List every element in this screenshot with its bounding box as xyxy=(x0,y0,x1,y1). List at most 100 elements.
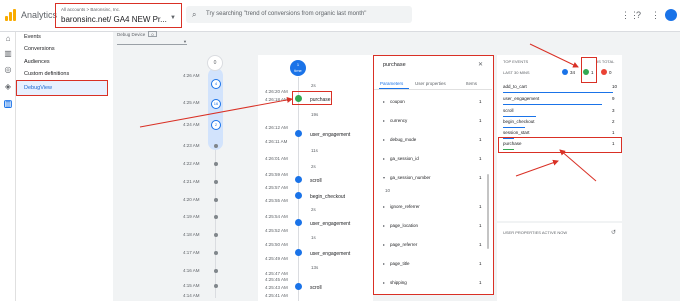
minute-dot[interactable] xyxy=(214,269,218,273)
minute-dot[interactable] xyxy=(214,233,218,237)
expand-icon[interactable]: ▸ xyxy=(383,261,385,266)
reports-icon[interactable]: ▥ xyxy=(4,50,12,58)
second-time: 4:25:49 AM xyxy=(265,256,288,261)
nav-item-conversions[interactable]: Conversions xyxy=(24,46,55,52)
conversion-event-icon[interactable] xyxy=(295,95,302,102)
minute-time: 4:14 AM xyxy=(183,293,200,298)
event-icon[interactable] xyxy=(295,130,302,137)
param-row[interactable]: page_referrer xyxy=(390,242,417,247)
param-count: 1 xyxy=(479,156,482,161)
expand-icon[interactable]: ▸ xyxy=(383,156,385,161)
expand-icon[interactable]: ▸ xyxy=(383,204,385,209)
top-event-count: 1 xyxy=(612,130,615,135)
expand-icon[interactable]: ▸ xyxy=(383,242,385,247)
collapse-icon[interactable]: ▾ xyxy=(383,175,385,180)
expand-icon[interactable]: ▸ xyxy=(383,223,385,228)
top-event-name[interactable]: session_start xyxy=(503,130,530,135)
event-user-engagement[interactable]: user_engagement xyxy=(310,221,350,227)
minute-time: 4:17 AM xyxy=(183,250,200,255)
expand-icon[interactable]: ▸ xyxy=(383,280,385,285)
scrollbar[interactable] xyxy=(487,174,489,249)
param-count: 1 xyxy=(479,280,482,285)
configure-nav: Events Conversions Audiences Custom defi… xyxy=(16,32,113,301)
event-icon[interactable] xyxy=(295,249,302,256)
home-icon[interactable]: ⌂ xyxy=(4,35,12,43)
event-icon[interactable] xyxy=(295,283,302,290)
expand-icon[interactable]: ▸ xyxy=(383,118,385,123)
tab-items[interactable]: Items xyxy=(466,81,477,86)
tab-parameters[interactable]: Parameters xyxy=(380,81,403,86)
nav-item-debugview[interactable]: DebugView xyxy=(16,80,108,96)
account-selector[interactable]: All accounts > Baronsinc, Inc. baronsinc… xyxy=(55,3,182,28)
event-user-engagement[interactable]: user_engagement xyxy=(310,251,350,257)
nav-item-audiences[interactable]: Audiences xyxy=(24,59,50,65)
more-vert-icon[interactable]: ⋮ xyxy=(651,10,660,21)
second-time: 4:25:57 AM xyxy=(265,185,288,190)
minute-dot[interactable] xyxy=(214,198,218,202)
param-row[interactable]: ga_session_id xyxy=(390,156,419,161)
tab-divider xyxy=(374,89,492,90)
help-icon[interactable]: ? xyxy=(636,10,641,20)
param-row[interactable]: page_location xyxy=(390,223,418,228)
minute-count[interactable]: 2 xyxy=(211,120,221,130)
minute-dot[interactable] xyxy=(214,180,218,184)
param-row[interactable]: page_title xyxy=(390,261,410,266)
minute-dot[interactable] xyxy=(214,251,218,255)
expand-icon[interactable]: ▸ xyxy=(383,99,385,104)
second-time: 4:26:01 AM xyxy=(265,156,288,161)
caret-down-icon[interactable]: ▼ xyxy=(183,39,187,44)
param-row-expanded[interactable]: ga_session_number xyxy=(390,175,431,180)
event-scroll[interactable]: scroll xyxy=(310,285,322,291)
minute-time: 4:23 AM xyxy=(183,143,200,148)
minute-time: 4:19 AM xyxy=(183,214,200,219)
param-count: 1 xyxy=(479,118,482,123)
minute-dot[interactable] xyxy=(214,215,218,219)
param-row[interactable]: currency xyxy=(390,118,407,123)
param-row[interactable]: ignore_referrer xyxy=(390,204,420,209)
minute-time: 4:22 AM xyxy=(183,161,200,166)
top-event-name[interactable]: purchase xyxy=(503,141,522,146)
nav-item-custom-definitions[interactable]: Custom definitions xyxy=(24,71,69,77)
event-icon[interactable] xyxy=(295,192,302,199)
top-event-name[interactable]: user_engagement xyxy=(503,96,539,101)
search-icon: ⌕ xyxy=(192,10,197,19)
param-row[interactable]: debug_mode xyxy=(390,137,416,142)
configure-icon[interactable]: ▤ xyxy=(4,100,12,108)
minute-count[interactable]: 16 xyxy=(211,99,221,109)
expand-icon[interactable]: ▸ xyxy=(383,137,385,142)
tab-user-properties[interactable]: User properties xyxy=(415,81,446,86)
top-event-name[interactable]: scroll xyxy=(503,108,514,113)
event-icon[interactable] xyxy=(295,219,302,226)
event-begin-checkout[interactable]: begin_checkout xyxy=(310,194,345,200)
minutes-top-count[interactable]: 0 xyxy=(207,55,223,71)
nav-item-events[interactable]: Events xyxy=(24,34,41,40)
explore-icon[interactable]: ◎ xyxy=(4,66,12,74)
analytics-logo[interactable] xyxy=(5,9,17,21)
search-bar[interactable]: ⌕ Try searching "trend of conversions fr… xyxy=(186,6,412,23)
top-event-name[interactable]: add_to_cart xyxy=(503,84,527,89)
debug-device-select[interactable] xyxy=(117,44,187,45)
param-row[interactable]: coupon xyxy=(390,99,405,104)
event-icon[interactable] xyxy=(295,176,302,183)
second-time: 4:25:54 AM xyxy=(265,214,288,219)
close-icon[interactable]: ✕ xyxy=(478,61,483,68)
gap-label: 2s xyxy=(311,164,316,169)
minute-dot[interactable] xyxy=(214,144,218,148)
avatar[interactable] xyxy=(665,9,677,21)
top-event-name[interactable]: begin_checkout xyxy=(503,119,535,124)
minute-time: 4:15 AM xyxy=(183,283,200,288)
event-scroll[interactable]: scroll xyxy=(310,178,322,184)
minute-dot[interactable] xyxy=(214,162,218,166)
minute-count[interactable]: 4 xyxy=(211,79,221,89)
param-count: 1 xyxy=(479,137,482,142)
param-row[interactable]: shipping xyxy=(390,280,407,285)
top-events-card: TOP EVENTS IS TOTAL LAST 30 MINS 34 1 0 … xyxy=(497,55,622,221)
second-time: 4:25:43 AM xyxy=(265,285,288,290)
event-purchase[interactable]: purchase xyxy=(310,97,331,103)
event-user-engagement[interactable]: user_engagement xyxy=(310,132,350,138)
gap-label: 1s xyxy=(311,235,316,240)
top-event-bar xyxy=(503,92,613,93)
minute-dot[interactable] xyxy=(214,284,218,288)
advertising-icon[interactable]: ◈ xyxy=(4,83,12,91)
history-icon[interactable]: ↺ xyxy=(611,229,616,236)
